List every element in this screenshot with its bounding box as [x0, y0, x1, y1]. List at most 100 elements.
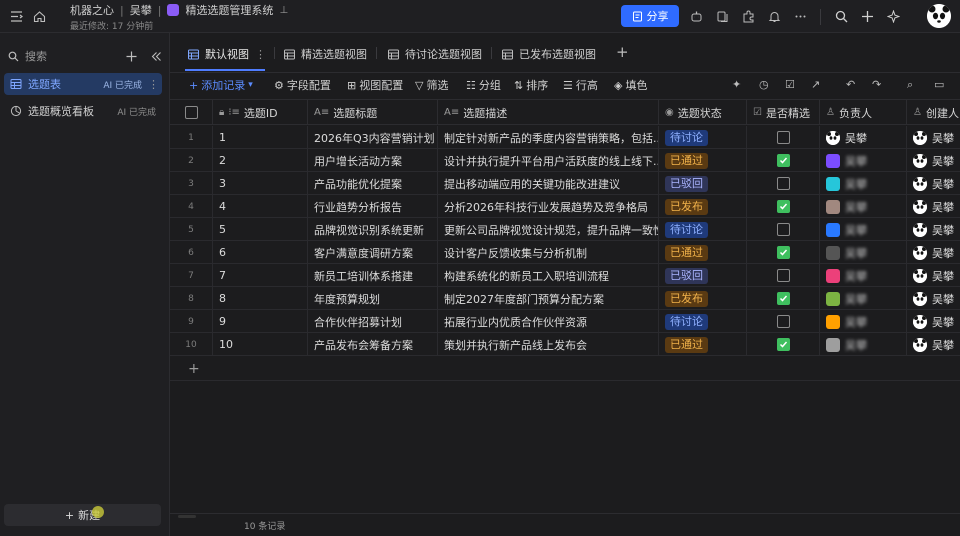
- cell-creator[interactable]: 吴攀: [907, 287, 960, 310]
- checkbox-unchecked[interactable]: [776, 315, 790, 328]
- cell-owner[interactable]: 吴攀: [820, 310, 907, 333]
- cell-description[interactable]: 提出移动端应用的关键功能改进建议: [438, 172, 659, 195]
- cell-featured[interactable]: [747, 218, 820, 241]
- cell-creator[interactable]: 吴攀: [907, 218, 960, 241]
- cell-id[interactable]: 3: [213, 172, 308, 195]
- cell-featured[interactable]: [747, 287, 820, 310]
- add-view-icon[interactable]: +: [616, 43, 629, 61]
- column-header-owner[interactable]: ♙ 负责人: [820, 100, 907, 125]
- bot-icon[interactable]: [690, 10, 703, 23]
- cell-owner[interactable]: 吴攀: [820, 218, 907, 241]
- tab-published-view[interactable]: 已发布选题视图: [502, 44, 596, 64]
- cell-description[interactable]: 策划并执行新产品线上发布会: [438, 333, 659, 356]
- undo-icon[interactable]: ↶: [846, 78, 855, 91]
- checkbox[interactable]: [184, 106, 198, 119]
- comment-icon[interactable]: ▭: [934, 78, 944, 91]
- cell-description[interactable]: 构建系统化的新员工入职培训流程: [438, 264, 659, 287]
- cell-owner[interactable]: 吴攀: [820, 333, 907, 356]
- cell-id[interactable]: 8: [213, 287, 308, 310]
- search-icon[interactable]: [835, 10, 848, 23]
- checkbox-unchecked[interactable]: [776, 269, 790, 282]
- cell-id[interactable]: 4: [213, 195, 308, 218]
- cell-description[interactable]: 更新公司品牌视觉设计规范，提升品牌一致性: [438, 218, 659, 241]
- cell-title[interactable]: 新员工培训体系搭建: [308, 264, 438, 287]
- sidebar-toggle-icon[interactable]: [10, 10, 23, 23]
- bell-icon[interactable]: [768, 10, 781, 23]
- cell-description[interactable]: 设计并执行提升平台用户活跃度的线上线下...: [438, 149, 659, 172]
- cell-featured[interactable]: [747, 264, 820, 287]
- cell-creator[interactable]: 吴攀: [907, 310, 960, 333]
- app-title[interactable]: 精选选题管理系统: [185, 2, 273, 18]
- collapse-sidebar-icon[interactable]: [151, 51, 162, 62]
- column-header-status[interactable]: ◉ 选题状态: [659, 100, 747, 125]
- sparkle-icon[interactable]: ✦: [732, 78, 741, 91]
- cell-owner[interactable]: 吴攀: [820, 264, 907, 287]
- cell-description[interactable]: 拓展行业内优质合作伙伴资源: [438, 310, 659, 333]
- column-header-title[interactable]: A≡ 选题标题: [308, 100, 438, 125]
- redo-icon[interactable]: ↷: [872, 78, 881, 91]
- plugin-icon[interactable]: [742, 10, 755, 23]
- cell-status[interactable]: 已通过: [659, 333, 747, 356]
- column-header-id[interactable]: 🔒︎ ⁝≡ 选题ID: [213, 100, 308, 125]
- add-icon[interactable]: [126, 51, 137, 62]
- table-row[interactable]: 4 4 行业趋势分析报告 分析2026年科技行业发展趋势及竞争格局 已发布 吴攀 吴攀: [170, 195, 960, 218]
- cell-status[interactable]: 已通过: [659, 241, 747, 264]
- checklist-icon[interactable]: ☑: [785, 78, 795, 91]
- cell-id[interactable]: 2: [213, 149, 308, 172]
- column-header-description[interactable]: A≡ 选题描述: [438, 100, 659, 125]
- fill-color-button[interactable]: ◈ 填色: [614, 77, 647, 93]
- cell-creator[interactable]: 吴攀: [907, 172, 960, 195]
- cell-title[interactable]: 2026年Q3内容营销计划: [308, 126, 438, 149]
- cell-creator[interactable]: 吴攀: [907, 126, 960, 149]
- cell-id[interactable]: 10: [213, 333, 308, 356]
- table-row[interactable]: 5 5 品牌视觉识别系统更新 更新公司品牌视觉设计规范，提升品牌一致性 待讨论 吴攀 吴攀: [170, 218, 960, 241]
- cell-featured[interactable]: [747, 241, 820, 264]
- cell-featured[interactable]: [747, 172, 820, 195]
- checkbox-checked[interactable]: [776, 246, 790, 259]
- tab-featured-view[interactable]: 精选选题视图: [284, 44, 367, 64]
- checkbox-checked[interactable]: [776, 200, 790, 213]
- table-row[interactable]: 8 8 年度预算规划 制定2027年度部门预算分配方案 已发布 吴攀 吴攀: [170, 287, 960, 310]
- sidebar-search-placeholder[interactable]: 搜索: [25, 48, 120, 64]
- cell-id[interactable]: 5: [213, 218, 308, 241]
- sidebar-item-topic-dashboard[interactable]: 选题概览看板 AI 已完成: [4, 100, 162, 122]
- group-button[interactable]: ☷ 分组: [466, 77, 501, 93]
- pin-icon[interactable]: ⊥: [279, 5, 288, 16]
- sidebar-search[interactable]: 搜索: [8, 47, 162, 65]
- more-icon[interactable]: ⋮: [148, 78, 159, 91]
- cell-id[interactable]: 1: [213, 126, 308, 149]
- cell-owner[interactable]: 吴攀: [820, 149, 907, 172]
- table-row[interactable]: 9 9 合作伙伴招募计划 拓展行业内优质合作伙伴资源 待讨论 吴攀 吴攀: [170, 310, 960, 333]
- cell-status[interactable]: 待讨论: [659, 126, 747, 149]
- tab-more-icon[interactable]: ⋮: [255, 48, 266, 61]
- ai-clock-icon[interactable]: ◷: [759, 78, 769, 91]
- checkbox-checked[interactable]: [776, 292, 790, 305]
- cell-description[interactable]: 分析2026年科技行业发展趋势及竞争格局: [438, 195, 659, 218]
- cell-title[interactable]: 用户增长活动方案: [308, 149, 438, 172]
- horizontal-scrollbar[interactable]: [178, 515, 196, 518]
- cell-id[interactable]: 7: [213, 264, 308, 287]
- breadcrumb-workspace[interactable]: 机器之心: [70, 2, 114, 18]
- breadcrumb-owner[interactable]: 吴攀: [130, 2, 152, 18]
- sort-button[interactable]: ⇅ 排序: [514, 77, 548, 93]
- cell-description[interactable]: 制定针对新产品的季度内容营销策略，包括...: [438, 126, 659, 149]
- filter-button[interactable]: ▽ 筛选: [415, 77, 448, 93]
- cell-owner[interactable]: 吴攀: [820, 126, 907, 149]
- cell-id[interactable]: 6: [213, 241, 308, 264]
- checkbox-checked[interactable]: [776, 338, 790, 351]
- cell-creator[interactable]: 吴攀: [907, 264, 960, 287]
- cell-status[interactable]: 待讨论: [659, 218, 747, 241]
- cell-status[interactable]: 已驳回: [659, 172, 747, 195]
- select-all-checkbox[interactable]: [170, 100, 213, 125]
- add-row-button[interactable]: +: [170, 358, 960, 381]
- cell-owner[interactable]: 吴攀: [820, 172, 907, 195]
- plus-icon[interactable]: [861, 10, 874, 23]
- cell-title[interactable]: 行业趋势分析报告: [308, 195, 438, 218]
- more-icon[interactable]: [794, 10, 807, 23]
- cell-owner[interactable]: 吴攀: [820, 241, 907, 264]
- sidebar-item-topic-table[interactable]: 选题表 AI 已完成 ⋮: [4, 73, 162, 95]
- cell-description[interactable]: 制定2027年度部门预算分配方案: [438, 287, 659, 310]
- column-header-featured[interactable]: ☑ 是否精选: [747, 100, 820, 125]
- checkbox-unchecked[interactable]: [776, 223, 790, 236]
- cell-featured[interactable]: [747, 149, 820, 172]
